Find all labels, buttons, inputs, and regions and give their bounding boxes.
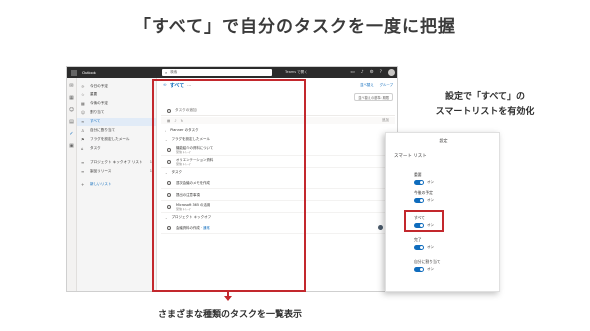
sidebar-item-label: 重要	[90, 92, 98, 97]
flag-icon: ⚑	[81, 136, 85, 142]
new-list-label: 新しいリスト	[90, 182, 112, 187]
apps-icon[interactable]: ▣	[69, 143, 74, 149]
setting-name: 今後の予定	[414, 190, 433, 195]
avatar	[378, 225, 383, 230]
help-icon[interactable]: ?	[380, 70, 382, 75]
toggle-value: オン	[427, 180, 435, 184]
highlight-box-task-list	[152, 79, 306, 292]
sort-chip[interactable]: 並べ替えの基準: 期限	[354, 93, 393, 101]
sidebar-item-label: フラグを設定したメール	[90, 136, 130, 141]
person-icon: ♙	[81, 127, 85, 133]
setting-name: 完了	[414, 237, 422, 242]
gear-icon[interactable]: ⚙	[370, 70, 374, 75]
sidebar-item-label: 製品リリース	[90, 168, 112, 173]
setting-completed: 完了 オン	[414, 237, 494, 250]
sidebar-item-today[interactable]: ☼ 今日の予定	[77, 82, 156, 90]
sidebar-item-assigned-to-me[interactable]: ♙ 自分に割り当て	[77, 126, 156, 134]
side-caption-line: スマートリストを有効化	[435, 107, 535, 117]
sidebar-item-label: プロジェクト キックオフ リスト	[90, 159, 143, 164]
setting-name: 重要	[414, 172, 422, 177]
sidebar-item-important[interactable]: ☆ 重要	[77, 91, 156, 99]
sidebar-item-label: すべて	[90, 119, 101, 124]
sidebar-item-assigned[interactable]: ☺ 割り当て	[77, 109, 156, 117]
sidebar-item-label: 割り当て	[90, 110, 105, 115]
sidebar-item-label: 今後の予定	[90, 101, 108, 106]
meet-icon[interactable]: ▭	[350, 70, 354, 75]
setting-planned: 今後の予定 オン	[414, 190, 494, 203]
sun-icon: ☼	[81, 83, 85, 89]
sidebar-item-label: 今日の予定	[90, 83, 108, 88]
app-rail: ✉ ▦ ☺ ▤ ✓ ▣	[67, 78, 77, 291]
highlight-box-all-toggle	[404, 210, 444, 232]
plus-icon: +	[81, 182, 85, 188]
toggle-switch[interactable]	[414, 180, 424, 185]
toggle-value: オン	[427, 267, 435, 271]
list-icon: ≡	[81, 159, 85, 165]
user-icon: ☺	[81, 110, 86, 116]
sidebar-item-planned[interactable]: ▦ 今後の予定	[77, 100, 156, 108]
sidebar-item-flagged[interactable]: ⚑ フラグを設定したメール	[77, 135, 156, 143]
list-icon: ≡	[81, 168, 85, 174]
sidebar-list-release[interactable]: ≡ 製品リリース 1	[77, 167, 156, 175]
headline: 「すべて」で自分のタスクを一度に把握	[133, 17, 457, 37]
todo-icon[interactable]: ✓	[69, 131, 73, 137]
calendar-icon[interactable]: ▦	[69, 95, 74, 101]
setting-important: 重要 オン	[414, 172, 494, 185]
app-name: Outlook	[82, 70, 96, 75]
toggle-value: オン	[427, 245, 435, 249]
panel-title: 設定	[439, 138, 448, 143]
sidebar-item-label: 自分に割り当て	[90, 127, 116, 132]
calendar-icon: ▦	[81, 101, 85, 107]
star-icon: ☆	[81, 92, 85, 98]
setting-name: 自分に割り当て	[414, 259, 441, 264]
arrow-head-icon	[223, 296, 232, 301]
toggle-switch[interactable]	[414, 245, 424, 250]
sidebar-item-all[interactable]: ∞ すべて	[77, 117, 156, 126]
header-actions: 並べ替え グループ	[360, 82, 393, 87]
all-icon: ∞	[81, 119, 85, 125]
search-input[interactable]: 検索	[170, 70, 177, 75]
files-icon[interactable]: ▤	[69, 119, 74, 125]
mail-icon[interactable]: ✉	[69, 83, 73, 89]
avatar[interactable]	[388, 69, 395, 76]
sidebar-list-kickoff[interactable]: ≡ プロジェクト キックオフ リスト 1	[77, 158, 156, 166]
home-icon: ⌂	[81, 145, 84, 151]
app-launcher-icon[interactable]	[71, 69, 77, 76]
side-caption: 設定で「すべて」の スマートリストを有効化	[400, 90, 570, 120]
people-icon[interactable]: ☺	[69, 107, 74, 113]
sidebar-item-label: タスク	[90, 145, 101, 150]
group-button[interactable]: グループ	[380, 82, 393, 87]
setting-assigned-to-me: 自分に割り当て オン	[414, 259, 494, 272]
top-icons: ▭ ♪ ⚙ ?	[350, 69, 395, 76]
toggle-value: オン	[427, 198, 435, 202]
toggle-switch[interactable]	[414, 198, 424, 203]
open-in-teams-link[interactable]: Teams で開く	[285, 70, 308, 75]
search-box[interactable]: ⌕ 検索	[162, 69, 272, 76]
top-bar: Outlook ⌕ 検索 Teams で開く ▭ ♪ ⚙ ?	[67, 67, 397, 78]
add-button[interactable]: 追加	[382, 118, 389, 123]
sidebar: ☼ 今日の予定 ☆ 重要 ▦ 今後の予定 ☺ 割り当て ∞ すべて ♙ 自分に割…	[77, 78, 157, 291]
panel-subtitle: スマート リスト	[394, 154, 427, 159]
new-list-button[interactable]: + 新しいリスト	[77, 181, 156, 189]
toggle-switch[interactable]	[414, 267, 424, 272]
search-icon: ⌕	[165, 70, 168, 75]
bell-icon[interactable]: ♪	[361, 70, 364, 75]
sidebar-item-tasks[interactable]: ⌂ タスク	[77, 144, 156, 152]
sort-button[interactable]: 並べ替え	[360, 82, 374, 87]
side-caption-line: 設定で「すべて」の	[444, 92, 525, 102]
bottom-caption: さまざまな種類のタスクを一覧表示	[157, 310, 302, 320]
